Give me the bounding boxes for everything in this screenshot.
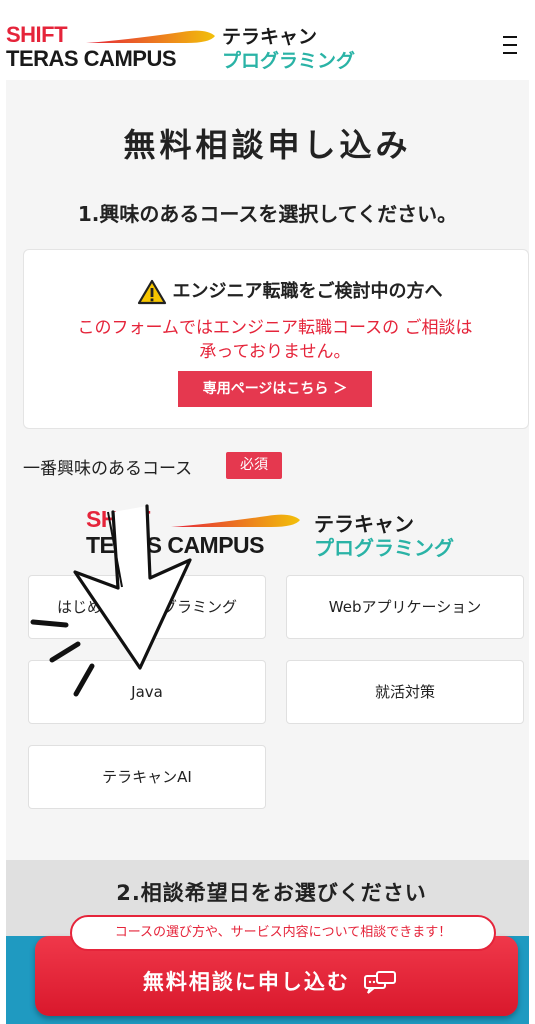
free-consultation-text: 無料相談に申し込む: [142, 970, 350, 994]
logo-teras-text: TERAS CAMPUS: [6, 46, 177, 71]
course-option-terakyan-ai[interactable]: テラキャンAI: [28, 745, 266, 809]
notice-heading-text: エンジニア転職をご検討中の方へ: [172, 281, 443, 302]
logo-shift-text: SHIFT: [6, 22, 68, 47]
notice-message: このフォームではエンジニア転職コースの ご相談は 承っておりません。: [0, 316, 535, 364]
overlay-logo-prog-jp: プログラミング: [314, 536, 454, 560]
course-field-label: 一番興味のあるコース: [23, 459, 193, 479]
course-option-java[interactable]: Java: [28, 660, 266, 724]
page-title: 無料相談申し込み: [123, 126, 412, 164]
notice-heading: エンジニア転職をご検討中の方へ: [0, 277, 535, 305]
overlay-logo-shift: SHIFT: [86, 506, 150, 532]
cta-speech-bubble: コースの選び方や、サービス内容について相談できます！: [70, 915, 496, 951]
course-option-job-hunting[interactable]: 就活対策: [286, 660, 524, 724]
overlay-logo-teras: TERAS CAMPUS: [86, 532, 265, 558]
required-badge: 必須: [226, 452, 282, 479]
logo-prog-jp: プログラミング: [222, 50, 356, 72]
notice-message-line2: 承っておりません。: [199, 342, 351, 362]
menu-icon[interactable]: [503, 36, 517, 54]
step2-heading: 2.相談希望日をお選びください: [116, 881, 427, 905]
step1-heading: 1.興味のあるコースを選択してください。: [77, 202, 458, 226]
free-consultation-label: 無料相談に申し込む: [0, 966, 535, 996]
chat-icon: [364, 971, 397, 994]
logo-swoosh: [86, 30, 215, 43]
overlay-logo-swoosh: [171, 514, 300, 527]
course-option-webapp[interactable]: Webアプリケーション: [286, 575, 524, 639]
site-logo[interactable]: SHIFT TERAS CAMPUS テラキャン プログラミング: [6, 22, 366, 72]
site-header: SHIFT TERAS CAMPUS テラキャン プログラミング: [0, 0, 535, 80]
course-option-beginner[interactable]: はじめてのプログラミング: [28, 575, 266, 639]
warning-icon: [137, 279, 166, 305]
notice-message-line1: このフォームではエンジニア転職コースの ご相談は: [77, 318, 473, 338]
special-page-button[interactable]: 専用ページはこちら ＞: [178, 371, 372, 407]
overlay-logo: SHIFT TERAS CAMPUS テラキャン プログラミング: [86, 506, 466, 560]
logo-tera-jp: テラキャン: [222, 26, 318, 48]
